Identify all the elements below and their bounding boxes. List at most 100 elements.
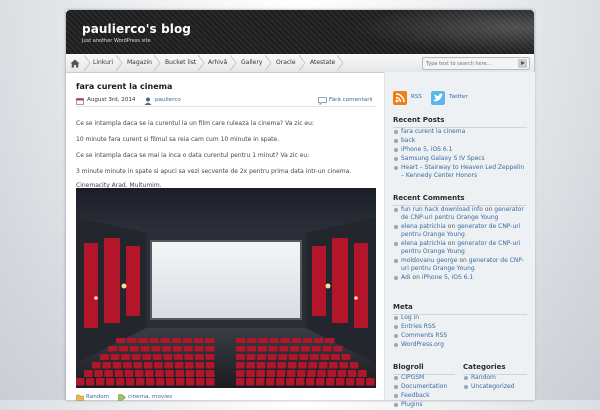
- list-item: fun run hack download info on generator …: [393, 206, 527, 222]
- comment-author-link[interactable]: moldovanu george: [401, 257, 457, 264]
- cinema-seat: [144, 370, 154, 377]
- list-item[interactable]: Log in: [393, 314, 527, 322]
- nav-item-magazin[interactable]: Magazin: [127, 54, 152, 72]
- cinema-seat: [236, 370, 245, 377]
- comment-icon: [318, 97, 327, 105]
- recent-post-link[interactable]: fara curent la cinema: [401, 128, 465, 135]
- blogroll-link[interactable]: CIPGSM: [401, 374, 424, 381]
- list-item[interactable]: iPhone 5, iOS 6.1: [393, 146, 527, 154]
- cinema-seat: [154, 362, 163, 369]
- list-item[interactable]: Feedback: [393, 392, 463, 400]
- list-item[interactable]: CIPGSM: [393, 374, 463, 382]
- cinema-seat: [339, 362, 349, 369]
- cinema-seat: [257, 354, 267, 360]
- bullet-icon: [394, 403, 398, 407]
- blogroll-link[interactable]: Feedback: [401, 392, 430, 399]
- comment-author-link[interactable]: fun run hack download info: [401, 206, 483, 213]
- list-item[interactable]: Documentation: [393, 383, 463, 391]
- bullet-icon: [394, 242, 398, 246]
- list-item[interactable]: Random: [463, 374, 531, 382]
- comment-on-text: on: [447, 223, 456, 230]
- cinema-seat: [307, 370, 316, 377]
- recent-post-link[interactable]: Samsung Galaxy S IV Specs: [401, 155, 485, 162]
- meta-list: Log in Entries RSS Comments RSS WordPres…: [393, 314, 527, 350]
- list-item[interactable]: fara curent la cinema: [393, 128, 527, 136]
- cinema-seat: [346, 378, 355, 386]
- cinema-seat: [326, 378, 335, 386]
- nav-item-linkuri[interactable]: Linkuri: [93, 54, 113, 72]
- search-input[interactable]: [426, 58, 512, 69]
- blogroll-link[interactable]: Plugins: [401, 401, 423, 408]
- nav-item-atestate[interactable]: Atestate: [310, 54, 335, 72]
- post-category-link[interactable]: Random: [86, 394, 109, 400]
- list-item[interactable]: WordPress.org: [393, 341, 527, 349]
- post-comments-link[interactable]: Fără comentarii: [329, 97, 373, 103]
- bullet-icon: [394, 259, 398, 263]
- comment-author-link[interactable]: Adi: [401, 274, 410, 281]
- comment-author-link[interactable]: elena patrichia: [401, 223, 446, 230]
- cinema-seat: [173, 354, 183, 360]
- list-item[interactable]: Entries RSS: [393, 323, 527, 331]
- wall-panel: [354, 243, 368, 328]
- recent-post-link[interactable]: Heart – Stairway to Heaven Led Zeppelin …: [401, 164, 524, 179]
- bullet-icon: [394, 225, 398, 229]
- cinema-seat: [298, 362, 307, 369]
- nav-item-bucket-list[interactable]: Bucket list: [165, 54, 196, 72]
- twitter-label: Twitter: [449, 94, 468, 100]
- search-submit-icon[interactable]: [518, 59, 527, 68]
- recent-post-link[interactable]: iPhone 5, iOS 6.1: [401, 146, 452, 153]
- cinema-seat: [182, 338, 193, 343]
- cinema-seat: [131, 354, 141, 360]
- cinema-seat: [102, 362, 112, 369]
- list-item[interactable]: Uncategorized: [463, 383, 531, 391]
- meta-link[interactable]: Entries RSS: [401, 323, 436, 330]
- comment-author-link[interactable]: elena patrichia: [401, 240, 446, 247]
- post-title[interactable]: fara curent la cinema: [76, 82, 172, 91]
- cinema-seat: [164, 362, 174, 369]
- nav-item-arhiva[interactable]: Arhivă: [208, 54, 227, 72]
- home-icon[interactable]: [66, 54, 84, 72]
- list-item[interactable]: Samsung Galaxy S IV Specs: [393, 155, 527, 163]
- cinema-seat: [256, 362, 266, 369]
- comment-post-link[interactable]: iPhone 5, iOS 6.1: [422, 274, 473, 281]
- meta-link[interactable]: WordPress.org: [401, 341, 444, 348]
- category-link[interactable]: Random: [471, 374, 496, 381]
- cinema-seat: [206, 378, 215, 386]
- post-date: August 3rd, 2014: [87, 97, 136, 103]
- twitter-link[interactable]: Twitter: [431, 90, 468, 106]
- cinema-seat: [114, 370, 124, 377]
- list-item[interactable]: Plugins: [393, 401, 463, 409]
- comment-on-text: on: [459, 257, 467, 264]
- blog-title[interactable]: paulierco's blog: [82, 22, 191, 36]
- cinema-seat: [287, 362, 297, 369]
- cinema-seat: [277, 362, 287, 369]
- cinema-seat: [136, 378, 145, 386]
- list-item[interactable]: back: [393, 137, 527, 145]
- cinema-seat: [86, 378, 95, 386]
- cinema-seat: [306, 378, 315, 386]
- nav-item-gallery[interactable]: Gallery: [241, 54, 262, 72]
- post-tags-link[interactable]: cinema, movies: [128, 394, 172, 400]
- nav-item-oracle[interactable]: Oracle: [276, 54, 296, 72]
- meta-link[interactable]: Comments RSS: [401, 332, 447, 339]
- bullet-icon: [394, 139, 398, 143]
- cinema-seat: [205, 354, 215, 360]
- post-author-link[interactable]: paulierco: [155, 97, 181, 103]
- recent-post-link[interactable]: back: [401, 137, 415, 144]
- cinema-seat: [162, 346, 172, 352]
- author-icon: [144, 97, 152, 105]
- cinema-seat: [76, 378, 85, 386]
- list-item[interactable]: Heart – Stairway to Heaven Led Zeppelin …: [393, 164, 527, 180]
- list-item[interactable]: Comments RSS: [393, 332, 527, 340]
- blogroll-link[interactable]: Documentation: [401, 383, 447, 390]
- cinema-photo[interactable]: [76, 188, 376, 388]
- cinema-seat: [176, 378, 185, 386]
- rss-link[interactable]: RSS: [393, 90, 422, 106]
- cinema-seat: [116, 378, 125, 386]
- bullet-icon: [394, 157, 398, 161]
- cinema-seat: [366, 378, 375, 386]
- twitter-icon: [431, 91, 445, 105]
- meta-link[interactable]: Log in: [401, 314, 419, 321]
- post-footer: Random cinema, movies: [76, 393, 376, 403]
- category-link[interactable]: Uncategorized: [471, 383, 514, 390]
